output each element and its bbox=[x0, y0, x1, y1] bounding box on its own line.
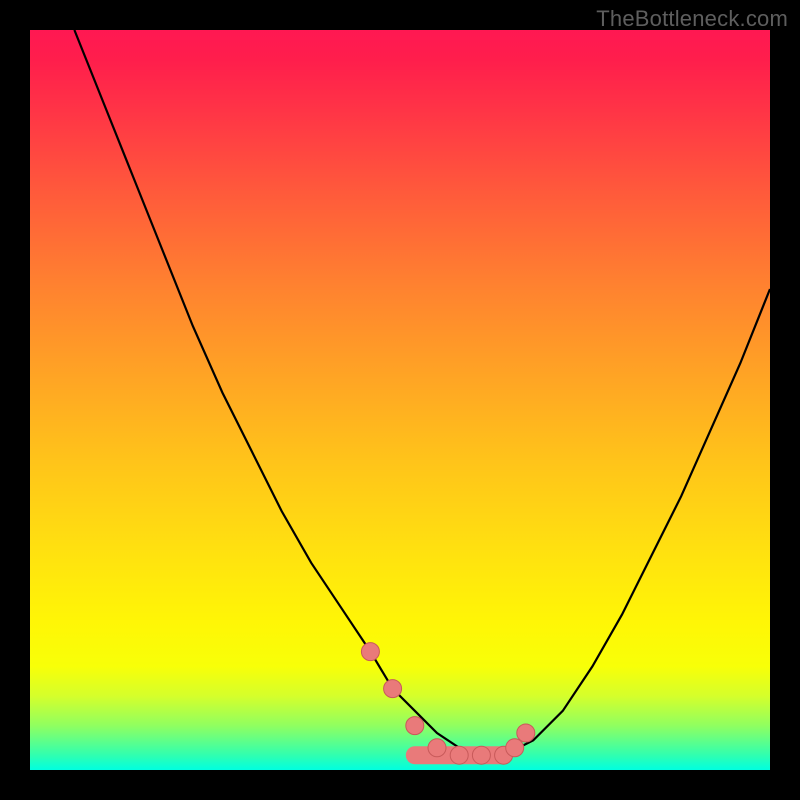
marker-point bbox=[450, 746, 468, 764]
marker-group bbox=[361, 643, 534, 765]
plot-area bbox=[30, 30, 770, 770]
bottleneck-curve-line bbox=[74, 30, 770, 755]
marker-point bbox=[406, 717, 424, 735]
chart-svg bbox=[30, 30, 770, 770]
marker-point bbox=[472, 746, 490, 764]
watermark-text: TheBottleneck.com bbox=[596, 6, 788, 32]
marker-point bbox=[428, 739, 446, 757]
marker-point bbox=[517, 724, 535, 742]
marker-point bbox=[361, 643, 379, 661]
marker-point bbox=[384, 680, 402, 698]
marker-point bbox=[506, 739, 524, 757]
